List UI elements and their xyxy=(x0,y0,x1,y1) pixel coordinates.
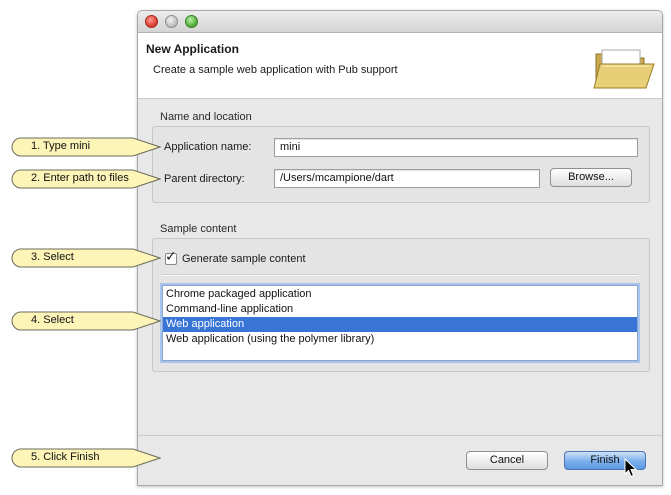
template-item-chrome-packaged[interactable]: Chrome packaged application xyxy=(163,287,637,302)
folder-icon xyxy=(593,49,655,89)
callout-step-5: 5. Click Finish xyxy=(11,448,161,468)
checkmark-icon: ✓ xyxy=(165,248,177,264)
template-item-command-line[interactable]: Command-line application xyxy=(163,302,637,317)
parent-directory-input[interactable]: /Users/mcampione/dart xyxy=(274,169,540,188)
footer-divider xyxy=(138,435,662,436)
callout-step-4: 4. Select xyxy=(11,311,161,331)
callout-step-5-text: 5. Click Finish xyxy=(31,451,100,463)
window-minimize-button[interactable] xyxy=(165,15,178,28)
wizard-header: New Application Create a sample web appl… xyxy=(138,33,662,99)
cancel-button[interactable]: Cancel xyxy=(466,451,548,470)
callout-step-1-text: 1. Type mini xyxy=(31,140,91,152)
title-bar xyxy=(138,11,662,33)
callout-step-2-text: 2. Enter path to files xyxy=(31,172,129,184)
name-location-group-label: Name and location xyxy=(160,111,252,123)
callout-step-1: 1. Type mini xyxy=(11,137,161,157)
application-name-input[interactable]: mini xyxy=(274,138,638,157)
callout-step-3-text: 3. Select xyxy=(31,251,74,263)
dialog-title: New Application xyxy=(146,42,239,56)
browse-button[interactable]: Browse... xyxy=(550,168,632,187)
callout-step-2: 2. Enter path to files xyxy=(11,169,161,189)
generate-sample-checkbox[interactable]: ✓ xyxy=(165,249,177,265)
template-item-web-polymer[interactable]: Web application (using the polymer libra… xyxy=(163,332,637,347)
dialog-description: Create a sample web application with Pub… xyxy=(153,64,398,76)
template-item-web-application[interactable]: Web application xyxy=(163,317,637,332)
generate-sample-label[interactable]: Generate sample content xyxy=(182,253,306,265)
application-name-label: Application name: xyxy=(164,141,252,153)
new-application-dialog: New Application Create a sample web appl… xyxy=(137,10,663,486)
window-zoom-button[interactable] xyxy=(185,15,198,28)
template-list[interactable]: Chrome packaged application Command-line… xyxy=(162,285,638,361)
callout-step-3: 3. Select xyxy=(11,248,161,268)
sample-content-group-label: Sample content xyxy=(160,223,237,235)
parent-directory-label: Parent directory: xyxy=(164,173,245,185)
sample-separator xyxy=(162,274,638,276)
callout-step-4-text: 4. Select xyxy=(31,314,74,326)
window-close-button[interactable] xyxy=(145,15,158,28)
mouse-cursor-icon xyxy=(624,458,638,478)
